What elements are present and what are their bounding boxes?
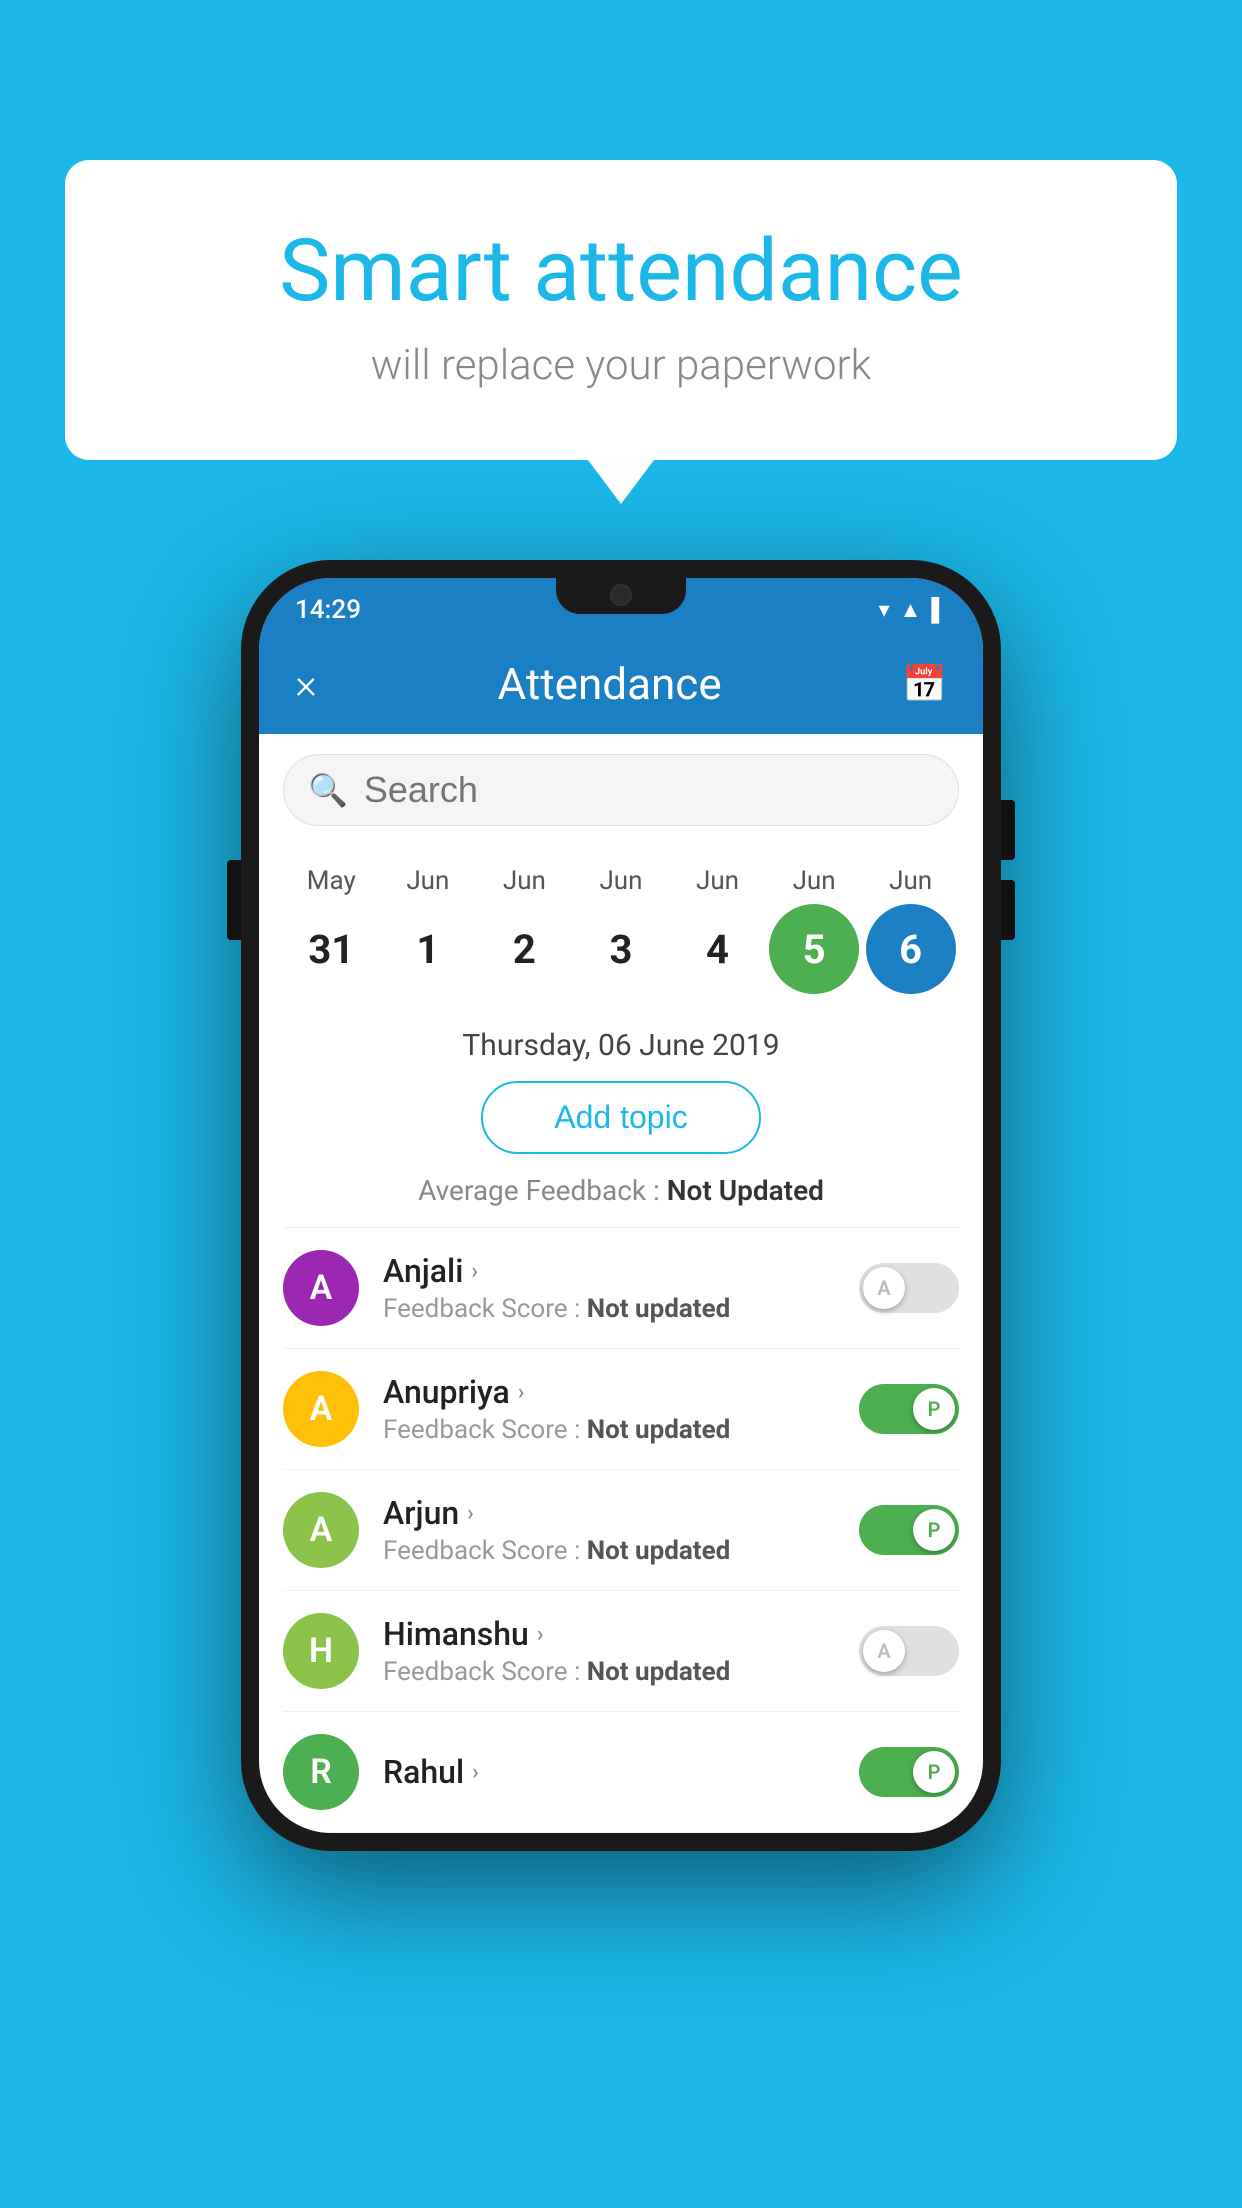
attendance-toggle[interactable]: P: [859, 1505, 959, 1555]
list-item: R Rahul › P: [283, 1712, 959, 1833]
avg-feedback-label: Average Feedback :: [418, 1174, 667, 1207]
cal-date-4[interactable]: 4: [673, 904, 763, 994]
cal-date-5-today[interactable]: 5: [769, 904, 859, 994]
calendar-strip: May Jun Jun Jun Jun Jun Jun 31 1 2 3 4 5…: [259, 846, 983, 1020]
close-button[interactable]: ×: [295, 660, 317, 709]
chevron-right-icon: ›: [518, 1380, 525, 1405]
side-button-power: [227, 860, 241, 940]
avg-feedback-value: Not Updated: [667, 1174, 824, 1207]
speech-bubble: Smart attendance will replace your paper…: [65, 160, 1177, 460]
signal-icon: ▲: [900, 597, 922, 623]
student-feedback: Feedback Score : Not updated: [383, 1657, 859, 1687]
side-button-vol-up: [1001, 800, 1015, 860]
selected-date-label: Thursday, 06 June 2019: [259, 1028, 983, 1063]
chevron-right-icon: ›: [472, 1760, 479, 1785]
phone-notch: [556, 578, 686, 614]
student-name[interactable]: Himanshu ›: [383, 1615, 859, 1653]
app-bar: × Attendance 📅: [259, 634, 983, 734]
cal-month-2: Jun: [479, 866, 569, 896]
student-info: Himanshu › Feedback Score : Not updated: [383, 1615, 859, 1687]
calendar-dates: 31 1 2 3 4 5 6: [283, 904, 959, 994]
list-item: A Anupriya › Feedback Score : Not update…: [283, 1349, 959, 1470]
cal-date-2[interactable]: 2: [479, 904, 569, 994]
attendance-toggle[interactable]: P: [859, 1747, 959, 1797]
side-button-vol-down: [1001, 880, 1015, 940]
speech-bubble-container: Smart attendance will replace your paper…: [65, 160, 1177, 460]
toggle-thumb: P: [913, 1388, 955, 1430]
cal-month-6: Jun: [866, 866, 956, 896]
avatar: H: [283, 1613, 359, 1689]
avatar: A: [283, 1492, 359, 1568]
cal-month-4: Jun: [673, 866, 763, 896]
cal-month-5: Jun: [769, 866, 859, 896]
toggle-thumb: P: [913, 1509, 955, 1551]
phone-outer: 14:29 ▾ ▲ ▌ × Attendance 📅 🔍: [241, 560, 1001, 1851]
status-icons: ▾ ▲ ▌: [879, 597, 947, 623]
battery-icon: ▌: [931, 597, 947, 623]
app-bar-title: Attendance: [498, 658, 722, 710]
student-info: Arjun › Feedback Score : Not updated: [383, 1494, 859, 1566]
chevron-right-icon: ›: [467, 1501, 474, 1526]
list-item: H Himanshu › Feedback Score : Not update…: [283, 1591, 959, 1712]
wifi-icon: ▾: [879, 598, 890, 623]
student-feedback: Feedback Score : Not updated: [383, 1415, 859, 1445]
bubble-subtitle: will replace your paperwork: [145, 341, 1097, 390]
student-name[interactable]: Anupriya ›: [383, 1373, 859, 1411]
attendance-toggle[interactable]: A: [859, 1263, 959, 1313]
bubble-title: Smart attendance: [145, 220, 1097, 321]
phone-camera: [610, 584, 632, 606]
cal-month-3: Jun: [576, 866, 666, 896]
toggle-thumb: P: [913, 1751, 955, 1793]
student-feedback: Feedback Score : Not updated: [383, 1294, 859, 1324]
cal-month-1: Jun: [383, 866, 473, 896]
search-input[interactable]: [364, 769, 934, 811]
attendance-toggle[interactable]: P: [859, 1384, 959, 1434]
avatar: A: [283, 1250, 359, 1326]
student-info: Rahul ›: [383, 1753, 859, 1791]
chevron-right-icon: ›: [471, 1259, 478, 1284]
phone-wrapper: 14:29 ▾ ▲ ▌ × Attendance 📅 🔍: [241, 560, 1001, 1851]
student-feedback: Feedback Score : Not updated: [383, 1536, 859, 1566]
attendance-toggle[interactable]: A: [859, 1626, 959, 1676]
cal-date-6-selected[interactable]: 6: [866, 904, 956, 994]
student-info: Anupriya › Feedback Score : Not updated: [383, 1373, 859, 1445]
avatar: R: [283, 1734, 359, 1810]
avg-feedback: Average Feedback : Not Updated: [259, 1174, 983, 1207]
list-item: A Anjali › Feedback Score : Not updated …: [283, 1228, 959, 1349]
cal-date-3[interactable]: 3: [576, 904, 666, 994]
avatar: A: [283, 1371, 359, 1447]
search-container[interactable]: 🔍: [283, 754, 959, 826]
calendar-icon[interactable]: 📅: [902, 663, 947, 705]
toggle-thumb: A: [863, 1267, 905, 1309]
status-time: 14:29: [295, 595, 361, 625]
phone-screen: 14:29 ▾ ▲ ▌ × Attendance 📅 🔍: [259, 578, 983, 1833]
add-topic-button[interactable]: Add topic: [481, 1081, 761, 1154]
toggle-thumb: A: [863, 1630, 905, 1672]
cal-date-31[interactable]: 31: [286, 904, 376, 994]
calendar-months: May Jun Jun Jun Jun Jun Jun: [283, 866, 959, 896]
cal-date-1[interactable]: 1: [383, 904, 473, 994]
search-icon: 🔍: [308, 771, 348, 809]
student-name[interactable]: Rahul ›: [383, 1753, 859, 1791]
student-list: A Anjali › Feedback Score : Not updated …: [259, 1228, 983, 1833]
chevron-right-icon: ›: [537, 1622, 544, 1647]
cal-month-0: May: [286, 866, 376, 896]
student-name[interactable]: Arjun ›: [383, 1494, 859, 1532]
student-name[interactable]: Anjali ›: [383, 1252, 859, 1290]
list-item: A Arjun › Feedback Score : Not updated P: [283, 1470, 959, 1591]
student-info: Anjali › Feedback Score : Not updated: [383, 1252, 859, 1324]
